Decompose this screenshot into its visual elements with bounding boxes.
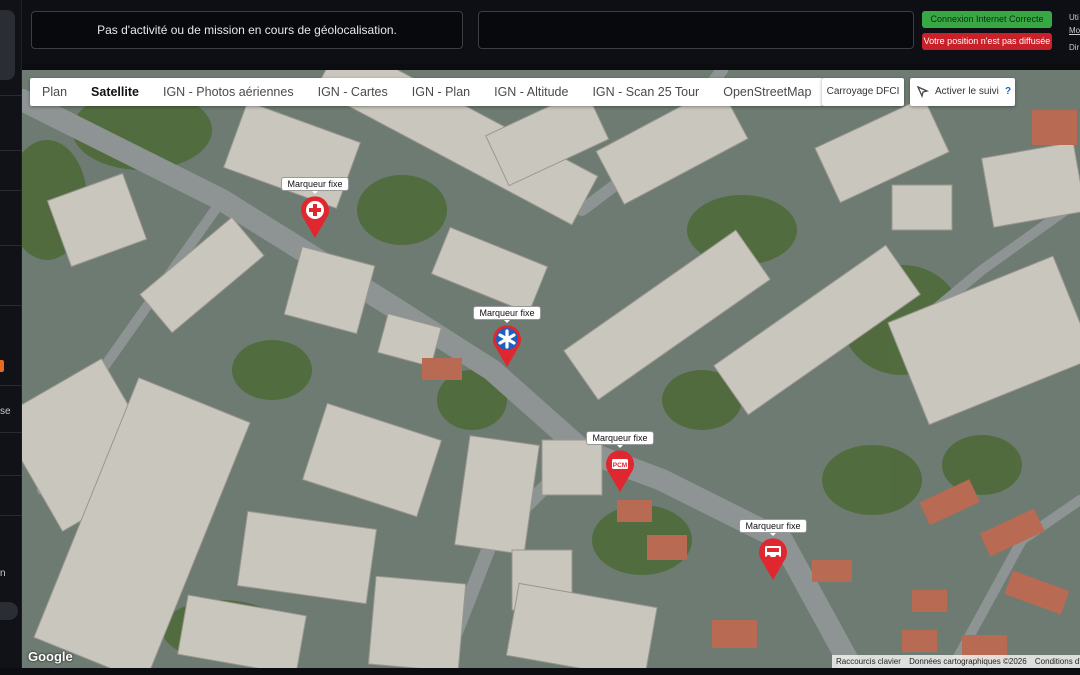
sidebar-divider	[0, 515, 22, 516]
medical-cross-icon	[301, 196, 329, 238]
carroyage-dfci-button[interactable]: Carroyage DFCI	[822, 78, 904, 106]
connection-status-badge: Connexion Internet Correcte	[922, 11, 1052, 28]
sidebar-item-label[interactable]: n	[0, 568, 6, 579]
secondary-status-panel	[478, 11, 914, 49]
user-info: Uti Mo Dir	[1069, 11, 1080, 54]
follow-toggle-button[interactable]: Activer le suivi ?	[910, 78, 1015, 106]
sidebar-item-label[interactable]: se	[0, 406, 11, 417]
follow-cursor-icon	[916, 85, 929, 98]
pcm-icon: PCM	[606, 450, 634, 492]
app-root: se n Pas d'activité ou de mission en cou…	[0, 0, 1080, 675]
sidebar-alert-indicator	[0, 360, 4, 372]
sidebar-divider	[0, 432, 22, 433]
map-attribution: Raccourcis clavier Données cartographiqu…	[832, 655, 1080, 668]
tab-openstreetmap[interactable]: OpenStreetMap	[711, 78, 823, 106]
sidebar-divider	[0, 190, 22, 191]
fire-truck-icon	[759, 538, 787, 580]
sidebar-divider	[0, 305, 22, 306]
map-marker[interactable]: Marqueur fixe	[728, 519, 818, 589]
star-of-life-icon	[493, 325, 521, 367]
marker-label: Marqueur fixe	[739, 519, 807, 536]
position-broadcast-badge[interactable]: Votre position n'est pas diffusée	[922, 33, 1052, 50]
marker-label: Marqueur fixe	[473, 306, 541, 323]
sidebar-divider	[0, 475, 22, 476]
app-logo[interactable]	[0, 10, 15, 80]
tab-ign-plan[interactable]: IGN - Plan	[400, 78, 482, 106]
sidebar-divider	[0, 95, 22, 96]
tab-ign-altitude[interactable]: IGN - Altitude	[482, 78, 580, 106]
tab-satellite[interactable]: Satellite	[79, 78, 151, 106]
help-icon[interactable]: ?	[1005, 78, 1011, 106]
map-data-credit: Données cartographiques ©2026	[909, 657, 1027, 666]
marker-label: Marqueur fixe	[586, 431, 654, 448]
marker-label: Marqueur fixe	[281, 177, 349, 194]
svg-text:PCM: PCM	[613, 462, 627, 469]
map-type-control: Plan Satellite IGN - Photos aériennes IG…	[30, 78, 824, 106]
tab-ign-photos[interactable]: IGN - Photos aériennes	[151, 78, 306, 106]
top-bar: Pas d'activité ou de mission en cours de…	[22, 0, 1080, 64]
follow-label: Activer le suivi	[935, 86, 999, 97]
sidebar-toggle-button[interactable]	[0, 602, 18, 620]
sidebar-divider	[0, 150, 22, 151]
map-marker[interactable]: Marqueur fixe	[270, 177, 360, 247]
mission-status-text: Pas d'activité ou de mission en cours de…	[97, 23, 397, 37]
tab-ign-cartes[interactable]: IGN - Cartes	[306, 78, 400, 106]
user-link[interactable]: Mo	[1069, 24, 1080, 37]
map-marker[interactable]: Marqueur fixe	[462, 306, 552, 376]
tab-ign-scan25[interactable]: IGN - Scan 25 Tour	[580, 78, 711, 106]
map-view[interactable]: Plan Satellite IGN - Photos aériennes IG…	[22, 70, 1080, 668]
mission-status-panel: Pas d'activité ou de mission en cours de…	[31, 11, 463, 49]
user-direction: Dir	[1069, 43, 1080, 52]
sidebar: se n	[0, 0, 22, 675]
terms-link[interactable]: Conditions d'utilisation	[1035, 657, 1080, 666]
keyboard-shortcuts-link[interactable]: Raccourcis clavier	[836, 657, 901, 666]
map-marker[interactable]: Marqueur fixe PCM	[575, 431, 665, 501]
tab-plan[interactable]: Plan	[30, 78, 79, 106]
sidebar-divider	[0, 245, 22, 246]
bottom-bar	[0, 668, 1080, 675]
user-label: Uti	[1069, 13, 1079, 22]
google-logo: Google	[28, 649, 73, 664]
sidebar-divider	[0, 385, 22, 386]
